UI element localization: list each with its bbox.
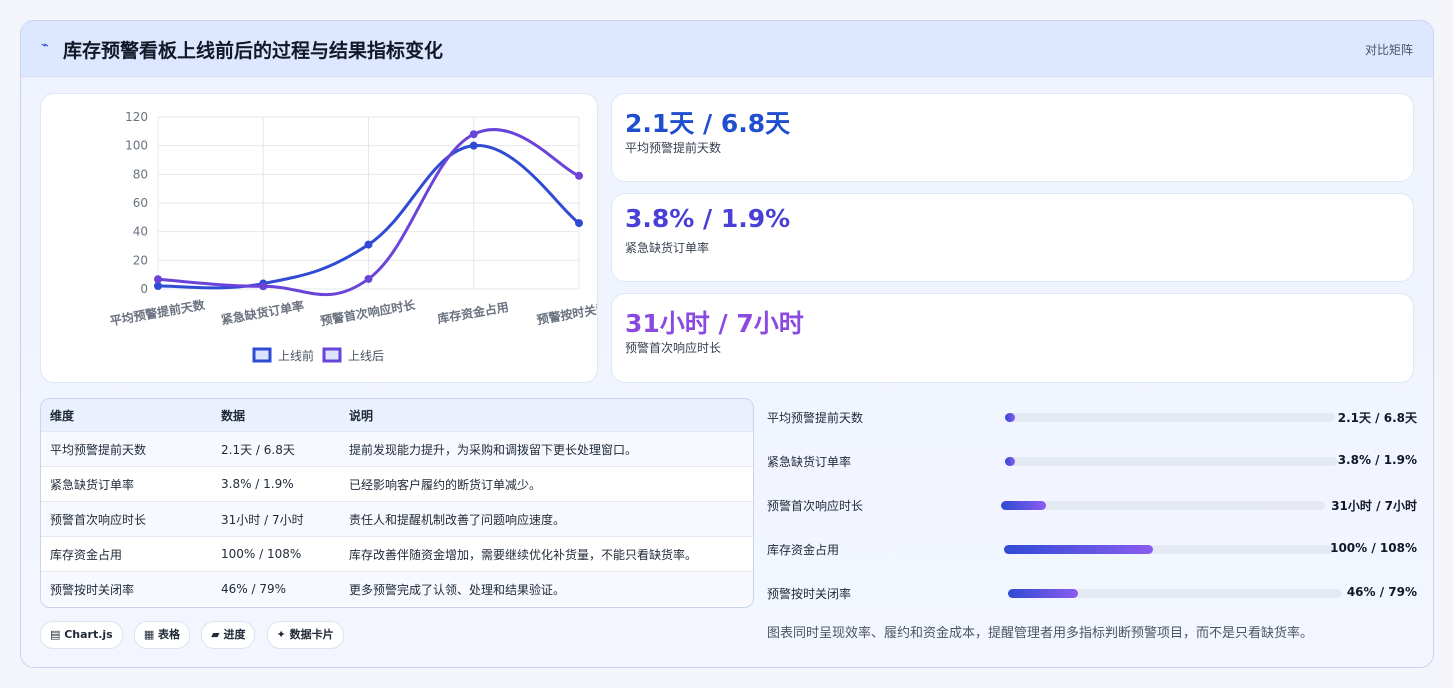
progress-row: 平均预警提前天数 2.1天 / 6.8天: [767, 401, 1417, 445]
progress-label: 库存资金占用: [767, 543, 840, 557]
chip-progress[interactable]: ▰ 进度: [201, 621, 256, 649]
table-cell: 库存资金占用: [41, 536, 212, 572]
dashboard-panel: ⌁ 库存预警看板上线前后的过程与结果指标变化 对比矩阵 0 20 40 60 80 100…: [20, 20, 1434, 668]
x-tick-label: 库存资金占用: [436, 299, 510, 326]
trend-icon: ⌁: [41, 38, 49, 53]
data-point: [364, 240, 373, 249]
stat-label: 平均预警提前天数: [625, 141, 722, 155]
data-point: [469, 141, 478, 150]
progress-value: 31小时 / 7小时: [1331, 499, 1417, 513]
progress-fill: [1005, 413, 1015, 422]
progress-track: [1004, 545, 1334, 554]
progress-row: 库存资金占用 100% / 108%: [767, 533, 1417, 577]
tech-chips: ▤ Chart.js ▦ 表格 ▰ 进度 ✦ 数据卡片: [40, 621, 350, 649]
stat-card-response-time: 31小时 / 7小时 预警首次响应时长: [611, 293, 1414, 383]
stat-label: 紧急缺货订单率: [625, 241, 710, 255]
table-cell: 紧急缺货订单率: [41, 466, 212, 502]
y-tick-label: 60: [133, 196, 148, 210]
stat-label: 预警首次响应时长: [625, 341, 722, 355]
progress-row: 紧急缺货订单率 3.8% / 1.9%: [767, 445, 1417, 489]
table-row: 预警按时关闭率 46% / 79% 更多预警完成了认领、处理和结果验证。: [41, 571, 753, 606]
table-cell: 100% / 108%: [212, 536, 340, 572]
progress-label: 平均预警提前天数: [767, 411, 864, 425]
table-cell: 预警首次响应时长: [41, 501, 212, 537]
chip-table[interactable]: ▦ 表格: [133, 621, 191, 649]
stat-value: 31小时 / 7小时: [625, 309, 804, 338]
progress-track: [1005, 457, 1337, 466]
legend-label: 上线后: [348, 349, 384, 363]
stat-card-lead-days: 2.1天 / 6.8天 平均预警提前天数: [611, 93, 1414, 182]
legend-swatch: [252, 347, 272, 363]
x-tick-label: 平均预警提前天数: [109, 297, 207, 329]
y-tick-label: 40: [133, 225, 148, 239]
progress-fill: [1005, 457, 1015, 466]
column-header: 维度: [41, 399, 212, 432]
progress-fill: [1008, 589, 1079, 598]
column-header: 数据: [212, 399, 340, 432]
line-chart-card: 0 20 40 60 80 100 120 平均预警提前天数 紧急缺货订单率 预警首次响应时长 库存…: [40, 93, 598, 383]
table-cell: 预警按时关闭率: [41, 571, 212, 606]
table-row: 紧急缺货订单率 3.8% / 1.9% 已经影响客户履约的断货订单减少。: [41, 466, 753, 502]
stat-card-stockout-rate: 3.8% / 1.9% 紧急缺货订单率: [611, 193, 1414, 282]
progress-label: 预警首次响应时长: [767, 499, 864, 513]
table-row: 平均预警提前天数 2.1天 / 6.8天 提前发现能力提升，为采购和调拨留下更长…: [41, 431, 753, 467]
y-tick-label: 20: [133, 253, 148, 267]
progress-label: 预警按时关闭率: [767, 587, 852, 601]
progress-value: 46% / 79%: [1346, 585, 1417, 599]
page-title: 库存预警看板上线前后的过程与结果指标变化: [63, 40, 444, 62]
progress-fill: [1004, 545, 1153, 554]
progress-track: [1001, 501, 1325, 510]
progress-track: [1008, 589, 1342, 598]
progress-label: 紧急缺货订单率: [767, 455, 852, 469]
stat-value: 2.1天 / 6.8天: [625, 109, 791, 138]
table-row: 库存资金占用 100% / 108% 库存改善伴随资金增加，需要继续优化补货量，…: [41, 536, 753, 572]
x-tick-label: 紧急缺货订单率: [220, 298, 305, 327]
table-header-row: 维度 数据 说明: [41, 399, 753, 432]
data-point: [575, 219, 583, 228]
legend-label: 上线前: [278, 348, 314, 363]
data-point: [575, 171, 583, 180]
table-cell: 46% / 79%: [212, 571, 340, 606]
y-tick-label: 0: [140, 282, 148, 296]
comparison-matrix-link[interactable]: 对比矩阵: [1365, 41, 1413, 58]
progress-row: 预警按时关闭率 46% / 79%: [767, 577, 1417, 621]
table-cell: 3.8% / 1.9%: [212, 466, 340, 502]
table-cell: 31小时 / 7小时: [212, 501, 340, 537]
data-point: [154, 275, 162, 284]
y-tick-label: 100: [125, 139, 148, 153]
progress-fill: [1001, 501, 1047, 510]
column-header: 说明: [340, 399, 753, 432]
chart-note: 图表同时呈现效率、履约和资金成本，提醒管理者用多指标判断预警项目，而不是只看缺货…: [767, 626, 1314, 641]
table-cell: 平均预警提前天数: [41, 431, 212, 467]
data-point: [364, 274, 373, 283]
table-cell: 提前发现能力提升，为采购和调拨留下更长处理窗口。: [340, 431, 753, 467]
table-row: 预警首次响应时长 31小时 / 7小时 责任人和提醒机制改善了问题响应速度。: [41, 501, 753, 537]
data-point: [469, 130, 478, 139]
line-chart: 0 20 40 60 80 100 120 平均预警提前天数 紧急缺货订单率 预警首次响应时长 库存…: [109, 110, 597, 363]
table-cell: 2.1天 / 6.8天: [212, 431, 340, 467]
table-cell: 库存改善伴随资金增加，需要继续优化补货量，不能只看缺货率。: [340, 536, 753, 572]
x-tick-label: 预警按时关闭率: [536, 298, 597, 327]
metrics-table-card: 维度 数据 说明 平均预警提前天数 2.1天 / 6.8天 提前发现能力提升，为…: [40, 398, 754, 608]
table-cell: 责任人和提醒机制改善了问题响应速度。: [340, 501, 753, 537]
legend-swatch: [322, 347, 342, 363]
table-cell: 已经影响客户履约的断货订单减少。: [340, 466, 753, 502]
progress-track: [1005, 413, 1335, 422]
table-cell: 更多预警完成了认领、处理和结果验证。: [340, 571, 753, 606]
chip-chartjs[interactable]: ▤ Chart.js: [40, 621, 123, 649]
progress-value: 2.1天 / 6.8天: [1337, 411, 1417, 425]
panel-header: ⌁ 库存预警看板上线前后的过程与结果指标变化 对比矩阵: [21, 21, 1433, 77]
stat-value: 3.8% / 1.9%: [625, 204, 791, 233]
metrics-table: 维度 数据 说明 平均预警提前天数 2.1天 / 6.8天 提前发现能力提升，为…: [41, 399, 753, 606]
y-tick-label: 120: [125, 110, 148, 124]
progress-value: 100% / 108%: [1330, 541, 1417, 555]
y-tick-label: 80: [133, 167, 148, 181]
chip-data-card[interactable]: ✦ 数据卡片: [266, 621, 344, 649]
progress-value: 3.8% / 1.9%: [1337, 453, 1417, 467]
data-point: [259, 282, 268, 291]
progress-list: 平均预警提前天数 2.1天 / 6.8天 紧急缺货订单率 3.8% / 1.9%…: [767, 401, 1417, 621]
x-tick-label: 预警首次响应时长: [319, 297, 417, 329]
progress-row: 预警首次响应时长 31小时 / 7小时: [767, 489, 1417, 533]
